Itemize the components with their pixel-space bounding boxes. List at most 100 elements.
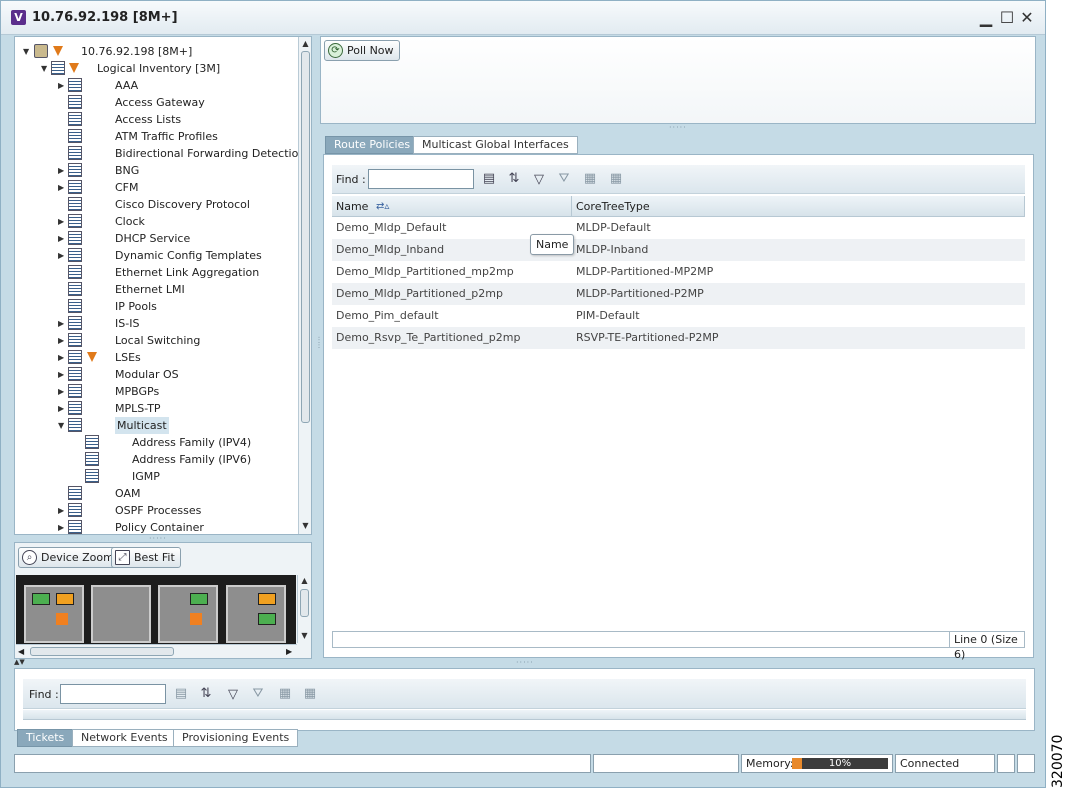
column-header-coretreetype[interactable]: CoreTreeType: [572, 196, 1025, 217]
tree-node[interactable]: ▶ Modular OS: [15, 366, 295, 383]
clear-filter-icon[interactable]: ▦: [277, 686, 293, 702]
export-icon[interactable]: ▤: [481, 171, 497, 187]
tree-node[interactable]: ▶ AAA: [15, 77, 295, 94]
events-find-input[interactable]: [60, 684, 166, 704]
expand-arrow-icon[interactable]: ▶: [58, 162, 66, 179]
advanced-filter-icon[interactable]: ⛛: [250, 686, 266, 702]
tree-node[interactable]: Address Family (IPV4): [15, 434, 295, 451]
scroll-down-icon[interactable]: ▼: [298, 631, 311, 640]
export-icon[interactable]: ▤: [173, 686, 189, 702]
tree-node[interactable]: ▶ OSPF Processes: [15, 502, 295, 519]
table-row[interactable]: Demo_Mldp_Default MLDP-Default: [332, 217, 1025, 239]
expand-arrow-icon[interactable]: ▶: [58, 230, 66, 247]
tab-multicast-global-interfaces[interactable]: Multicast Global Interfaces: [413, 136, 578, 154]
clear-filter-icon[interactable]: ▦: [582, 171, 598, 187]
device-view-hscroll[interactable]: ◀ ▶: [16, 644, 297, 658]
tree-node[interactable]: ▶ Local Switching: [15, 332, 295, 349]
tree-node[interactable]: IGMP: [15, 468, 295, 485]
expand-arrow-icon[interactable]: ▶: [58, 247, 66, 264]
tree-root-node[interactable]: ▼ 10.76.92.198 [8M+]: [15, 43, 295, 60]
tree-node[interactable]: ▶ Policy Container: [15, 519, 295, 534]
best-fit-button[interactable]: ⤢ Best Fit: [111, 547, 181, 568]
tree-node[interactable]: Bidirectional Forwarding Detection: [15, 145, 305, 162]
splitter-handle[interactable]: ·····: [669, 123, 687, 132]
splitter-handle[interactable]: ·····: [516, 658, 534, 667]
tree-scroll-thumb[interactable]: [301, 51, 310, 423]
tree-node[interactable]: ▶ MPBGPs: [15, 383, 295, 400]
tree-node-logical-inventory[interactable]: ▼ Logical Inventory [3M]: [15, 60, 295, 77]
column-header-name[interactable]: Name ⇄▵: [332, 196, 572, 217]
tree-node[interactable]: Ethernet LMI: [15, 281, 295, 298]
device-vscroll-thumb[interactable]: [300, 589, 309, 617]
device-chassis-image[interactable]: [16, 575, 296, 645]
maximize-icon[interactable]: ☐: [998, 9, 1016, 27]
expand-arrow-icon[interactable]: ▶: [58, 179, 66, 196]
tree-node[interactable]: Address Family (IPV6): [15, 451, 295, 468]
advanced-filter-icon[interactable]: ⛛: [556, 171, 572, 187]
sort-az-icon[interactable]: ⇅: [198, 686, 214, 702]
chassis-slot[interactable]: [24, 585, 84, 643]
tree-node[interactable]: IP Pools: [15, 298, 295, 315]
vertical-splitter-handle[interactable]: ·····: [314, 336, 323, 349]
expand-arrow-icon[interactable]: ▶: [58, 400, 66, 417]
device-hscroll-thumb[interactable]: [30, 647, 174, 656]
collapse-arrow-icon[interactable]: ▼: [23, 43, 31, 60]
tab-tickets[interactable]: Tickets: [17, 729, 74, 747]
tree-node[interactable]: ATM Traffic Profiles: [15, 128, 295, 145]
tree-node[interactable]: ▶ MPLS-TP: [15, 400, 295, 417]
table-row[interactable]: Demo_Pim_default PIM-Default: [332, 305, 1025, 327]
sort-ascending-icon[interactable]: ⇄▵: [376, 196, 389, 217]
tree-scrollbar[interactable]: ▲ ▼: [298, 37, 311, 534]
scroll-up-icon[interactable]: ▲: [299, 39, 311, 48]
preset-filter-icon[interactable]: ▦: [608, 171, 624, 187]
expand-arrow-icon[interactable]: ▶: [58, 349, 66, 366]
tree-node[interactable]: Ethernet Link Aggregation: [15, 264, 295, 281]
device-view-vscroll[interactable]: ▲ ▼: [297, 575, 311, 643]
scroll-down-icon[interactable]: ▼: [299, 521, 311, 530]
tab-provisioning-events[interactable]: Provisioning Events: [173, 729, 299, 747]
expand-arrow-icon[interactable]: ▶: [58, 315, 66, 332]
sort-az-icon[interactable]: ⇅: [506, 171, 522, 187]
tree-node[interactable]: Cisco Discovery Protocol: [15, 196, 295, 213]
tree-node[interactable]: OAM: [15, 485, 295, 502]
collapse-arrow-icon[interactable]: ▼: [41, 60, 49, 77]
expand-arrow-icon[interactable]: ▶: [58, 213, 66, 230]
expand-arrow-icon[interactable]: ▶: [58, 366, 66, 383]
filter-icon[interactable]: ▽: [531, 172, 547, 188]
table-row[interactable]: Demo_Rsvp_Te_Partitioned_p2mp RSVP-TE-Par…: [332, 327, 1025, 349]
table-row[interactable]: Demo_Mldp_Partitioned_mp2mp MLDP-Partitio…: [332, 261, 1025, 283]
events-table-header[interactable]: [23, 710, 1026, 720]
collapse-arrow-icon[interactable]: ▼: [58, 417, 66, 434]
close-icon[interactable]: ✕: [1018, 9, 1036, 27]
chassis-slot[interactable]: [158, 585, 218, 643]
scroll-left-icon[interactable]: ◀: [18, 645, 24, 658]
expand-arrow-icon[interactable]: ▶: [58, 383, 66, 400]
tree-node[interactable]: ▼ Multicast: [15, 417, 295, 434]
tree-node[interactable]: Access Lists: [15, 111, 295, 128]
tree-node[interactable]: ▶ Clock: [15, 213, 295, 230]
scroll-up-icon[interactable]: ▲: [298, 576, 311, 585]
device-zoom-button[interactable]: ⌕ Device Zoom: [18, 547, 120, 568]
chassis-slot[interactable]: [91, 585, 151, 643]
collapse-toggle-icon[interactable]: ▲▼: [14, 658, 25, 666]
expand-arrow-icon[interactable]: ▶: [58, 502, 66, 519]
tab-network-events[interactable]: Network Events: [72, 729, 177, 747]
preset-filter-icon[interactable]: ▦: [302, 686, 318, 702]
expand-arrow-icon[interactable]: ▶: [58, 77, 66, 94]
tree-node[interactable]: ▶ DHCP Service: [15, 230, 295, 247]
table-row[interactable]: Demo_Mldp_Inband MLDP-Inband: [332, 239, 1025, 261]
find-input[interactable]: [368, 169, 474, 189]
scroll-right-icon[interactable]: ▶: [286, 645, 292, 658]
table-row[interactable]: Demo_Mldp_Partitioned_p2mp MLDP-Partition…: [332, 283, 1025, 305]
minimize-icon[interactable]: ▁: [977, 9, 995, 27]
tree-node[interactable]: Access Gateway: [15, 94, 295, 111]
filter-icon[interactable]: ▽: [225, 687, 241, 703]
chassis-slot[interactable]: [226, 585, 286, 643]
tree-node[interactable]: ▶ IS-IS: [15, 315, 295, 332]
tree-node[interactable]: ▶ Dynamic Config Templates: [15, 247, 295, 264]
expand-arrow-icon[interactable]: ▶: [58, 519, 66, 534]
tree-node[interactable]: ▶ LSEs: [15, 349, 295, 366]
tree-node[interactable]: ▶ CFM: [15, 179, 295, 196]
expand-arrow-icon[interactable]: ▶: [58, 332, 66, 349]
poll-now-button[interactable]: ⟳ Poll Now: [324, 40, 400, 61]
